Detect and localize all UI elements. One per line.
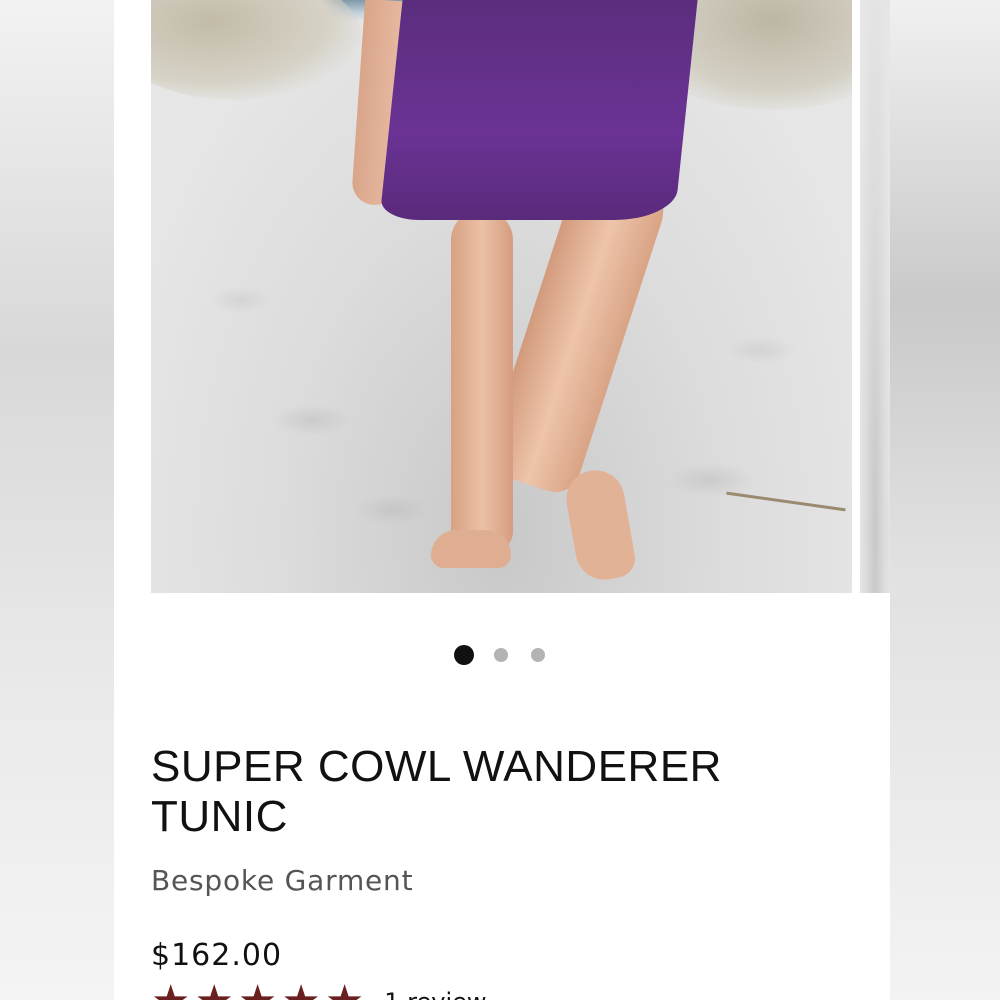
next-image-sand — [860, 0, 890, 593]
background-right — [890, 0, 1000, 1000]
background-left — [0, 0, 114, 1000]
star-icon: ★ — [325, 980, 364, 1000]
carousel-dot-3[interactable] — [531, 648, 545, 662]
carousel-dot-2[interactable] — [494, 648, 508, 662]
product-price: $162.00 — [151, 938, 283, 973]
product-title: SUPER COWL WANDERER TUNIC — [151, 742, 722, 841]
photo-foot-left — [431, 530, 511, 568]
next-image-peek[interactable] — [860, 0, 890, 593]
star-icon: ★ — [194, 980, 233, 1000]
photo-leg-left — [451, 210, 513, 550]
photo-purple-dress — [379, 0, 698, 220]
star-icon: ★ — [281, 980, 320, 1000]
carousel-pagination — [114, 645, 890, 665]
star-icon: ★ — [238, 980, 277, 1000]
review-count-link[interactable]: 1 review — [384, 988, 486, 1000]
product-image[interactable] — [151, 0, 852, 593]
carousel-dot-1-active[interactable] — [454, 645, 474, 665]
rating-row[interactable]: ★ ★ ★ ★ ★ 1 review — [151, 980, 487, 1000]
product-page: SUPER COWL WANDERER TUNIC Bespoke Garmen… — [114, 0, 890, 1000]
product-brand[interactable]: Bespoke Garment — [151, 864, 413, 897]
star-icon: ★ — [151, 980, 190, 1000]
image-carousel[interactable] — [114, 0, 890, 593]
